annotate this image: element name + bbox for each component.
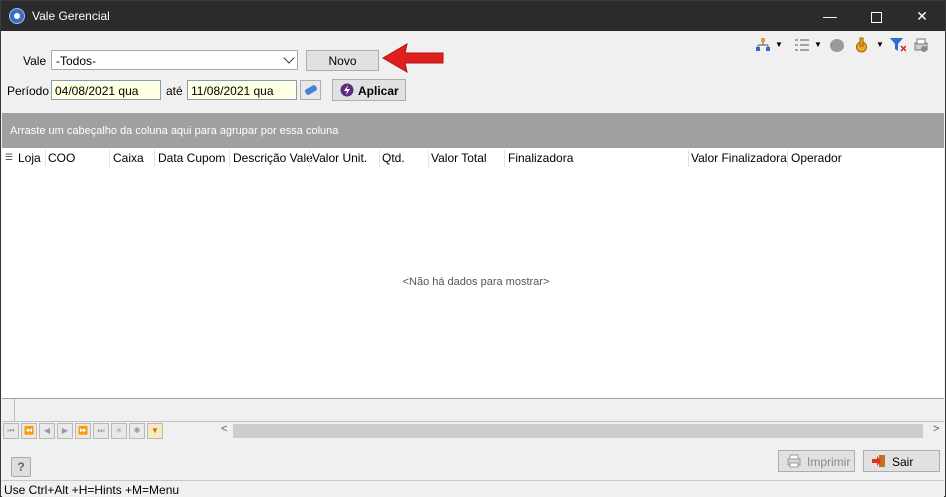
vale-select-value: -Todos- bbox=[56, 54, 97, 68]
imprimir-button[interactable]: Imprimir bbox=[778, 450, 855, 472]
column-header-finalizadora[interactable]: Finalizadora bbox=[508, 151, 573, 165]
vale-label: Vale bbox=[23, 54, 47, 68]
date-from-field[interactable]: 04/08/2021 qua bbox=[51, 80, 161, 100]
footer-indicator-cell bbox=[14, 399, 15, 421]
clear-dates-button[interactable] bbox=[300, 80, 321, 100]
column-separator bbox=[379, 150, 380, 167]
column-header-valor-unit[interactable]: Valor Unit. bbox=[312, 151, 367, 165]
eraser-icon bbox=[304, 84, 318, 96]
app-window: Vale Gerencial — ✕ Vale -Todos- Novo Per… bbox=[0, 0, 946, 497]
sair-button[interactable]: Sair bbox=[863, 450, 940, 472]
novo-button[interactable]: Novo bbox=[306, 50, 379, 71]
help-icon[interactable]: ? bbox=[11, 457, 31, 477]
list-dropdown-icon[interactable]: ▼ bbox=[814, 40, 822, 49]
column-header-descricao-vale[interactable]: Descrição Vale bbox=[233, 151, 313, 165]
circle-icon[interactable] bbox=[830, 39, 844, 52]
prev-page-icon[interactable]: ⏪ bbox=[21, 423, 37, 439]
printer-icon bbox=[787, 454, 801, 468]
scroll-thumb[interactable] bbox=[233, 424, 923, 438]
column-header-loja[interactable]: Loja bbox=[18, 151, 41, 165]
filter-icon[interactable] bbox=[890, 38, 906, 53]
first-record-icon[interactable]: ⏮ bbox=[3, 423, 19, 439]
vale-select[interactable]: -Todos- bbox=[51, 50, 298, 70]
close-button[interactable]: ✕ bbox=[899, 1, 945, 31]
column-header-valor-total[interactable]: Valor Total bbox=[431, 151, 487, 165]
title-bar: Vale Gerencial — ✕ bbox=[1, 1, 945, 31]
sair-label: Sair bbox=[892, 455, 914, 469]
column-separator bbox=[309, 150, 310, 167]
next-page-icon[interactable]: ⏩ bbox=[75, 423, 91, 439]
data-grid: ☰ Loja COO Caixa Data Cupom Descrição Va… bbox=[2, 148, 944, 398]
filter-record-icon[interactable]: ▼ bbox=[147, 423, 163, 439]
hand-dropdown-icon[interactable]: ▼ bbox=[876, 40, 884, 49]
group-by-hint: Arraste um cabeçalho da coluna aqui para… bbox=[10, 125, 339, 137]
status-bar: Use Ctrl+Alt +H=Hints +M=Menu bbox=[2, 480, 944, 497]
app-logo-icon bbox=[9, 8, 25, 24]
scroll-right-icon[interactable]: > bbox=[933, 423, 939, 435]
periodo-label: Período bbox=[7, 84, 50, 98]
grid-navigator: ⏮ ⏪ ◀ ▶ ⏩ ⏭ ✳ ✱ ▼ < > bbox=[3, 422, 943, 440]
column-header-valor-finalizadora[interactable]: Valor Finalizadora bbox=[691, 151, 787, 165]
delete-record-icon[interactable]: ✱ bbox=[129, 423, 145, 439]
aplicar-button[interactable]: Aplicar bbox=[332, 79, 406, 101]
print-setup-icon[interactable] bbox=[913, 38, 929, 53]
column-separator bbox=[787, 150, 788, 167]
window-title: Vale Gerencial bbox=[32, 9, 110, 23]
column-separator bbox=[45, 150, 46, 167]
column-header-operador[interactable]: Operador bbox=[791, 151, 842, 165]
column-header-coo[interactable]: COO bbox=[48, 151, 75, 165]
hand-icon[interactable] bbox=[854, 37, 869, 53]
column-header-caixa[interactable]: Caixa bbox=[113, 151, 144, 165]
column-chooser-icon[interactable]: ☰ bbox=[5, 152, 13, 163]
column-separator bbox=[154, 150, 155, 167]
insert-record-icon[interactable]: ✳ bbox=[111, 423, 127, 439]
imprimir-label: Imprimir bbox=[807, 455, 851, 469]
column-header-data-cupom[interactable]: Data Cupom bbox=[158, 151, 225, 165]
minimize-button[interactable]: — bbox=[807, 1, 853, 31]
column-separator bbox=[229, 150, 230, 167]
grid-header: ☰ Loja COO Caixa Data Cupom Descrição Va… bbox=[2, 148, 944, 168]
tree-dropdown-icon[interactable]: ▼ bbox=[775, 40, 783, 49]
maximize-icon bbox=[870, 11, 882, 23]
annotation-arrow-icon bbox=[382, 42, 444, 74]
aplicar-label: Aplicar bbox=[358, 84, 399, 98]
column-separator bbox=[688, 150, 689, 167]
exit-icon bbox=[872, 455, 885, 467]
empty-grid-message: <Não há dados para mostrar> bbox=[402, 276, 550, 288]
status-text: Use Ctrl+Alt +H=Hints +M=Menu bbox=[4, 483, 180, 497]
list-icon[interactable] bbox=[795, 39, 809, 52]
last-record-icon[interactable]: ⏭ bbox=[93, 423, 109, 439]
next-record-icon[interactable]: ▶ bbox=[57, 423, 73, 439]
horizontal-scrollbar[interactable]: < > bbox=[218, 422, 943, 440]
column-separator bbox=[428, 150, 429, 167]
column-separator bbox=[109, 150, 110, 167]
group-by-panel[interactable]: Arraste um cabeçalho da coluna aqui para… bbox=[2, 113, 944, 148]
lightning-icon bbox=[340, 83, 354, 97]
chevron-down-icon bbox=[283, 52, 295, 64]
tree-icon[interactable] bbox=[756, 38, 770, 52]
column-header-qtd[interactable]: Qtd. bbox=[382, 151, 405, 165]
grid-footer-row bbox=[2, 398, 944, 422]
ate-label: até bbox=[166, 84, 183, 98]
date-to-field[interactable]: 11/08/2021 qua bbox=[187, 80, 297, 100]
column-separator bbox=[504, 150, 505, 167]
prev-record-icon[interactable]: ◀ bbox=[39, 423, 55, 439]
maximize-button[interactable] bbox=[853, 1, 899, 31]
scroll-left-icon[interactable]: < bbox=[221, 423, 227, 435]
